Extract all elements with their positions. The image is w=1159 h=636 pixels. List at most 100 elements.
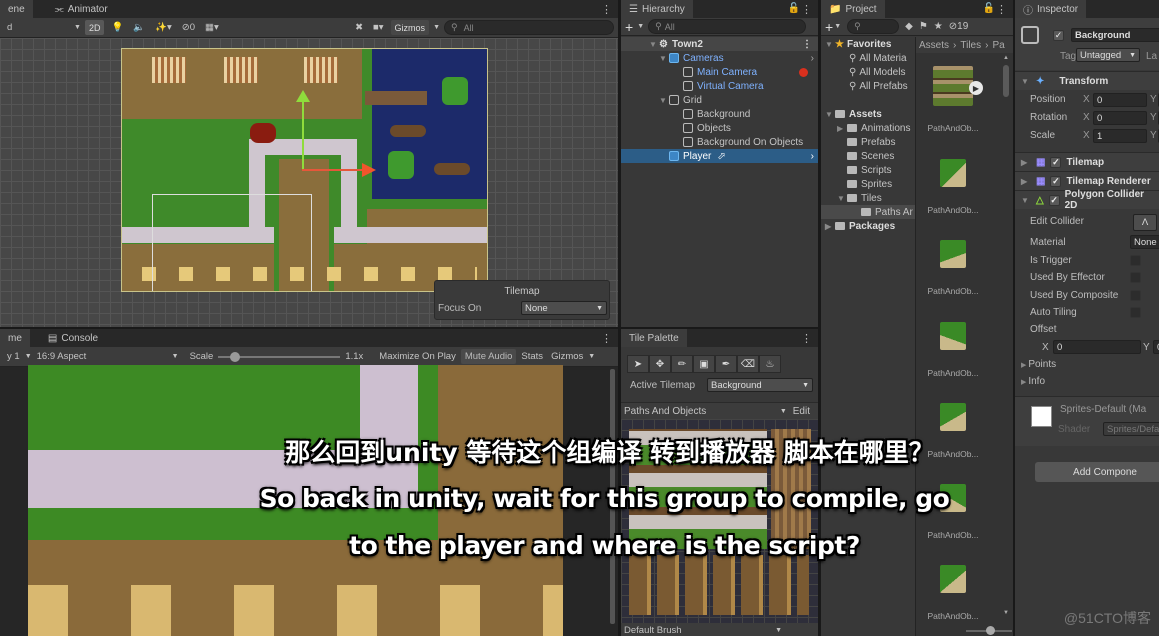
hidden-packages-icon[interactable]: ⊘19 xyxy=(949,21,969,32)
scroll-up-icon[interactable]: ▲ xyxy=(1003,55,1009,61)
lock-icon[interactable]: 🔓 xyxy=(983,3,995,14)
audio-icon[interactable]: 🔈 xyxy=(130,22,148,33)
maximize-on-play-toggle[interactable]: Maximize On Play xyxy=(376,351,459,362)
lock-icon[interactable]: 🔓 xyxy=(788,3,800,14)
position-x-input[interactable]: 0 xyxy=(1093,93,1147,107)
expand-arrow-icon[interactable]: ▼ xyxy=(649,40,659,49)
folder-item[interactable]: Sprites xyxy=(821,177,915,191)
hierarchy-item-grid[interactable]: ▼ Grid xyxy=(621,93,818,107)
expand-arrow-icon[interactable]: ▼ xyxy=(659,96,669,105)
used-by-composite-checkbox[interactable] xyxy=(1130,290,1141,301)
tab-tile-palette[interactable]: Tile Palette xyxy=(621,329,687,347)
folder-item-selected[interactable]: Paths Ar xyxy=(821,205,915,219)
asset-thumbnail[interactable] xyxy=(940,322,966,350)
scroll-down-icon[interactable]: ▼ xyxy=(1003,610,1009,616)
box-fill-icon[interactable]: ▣ xyxy=(693,355,715,373)
dropdown-arrow-icon[interactable]: ▼ xyxy=(775,627,782,634)
edit-button[interactable]: Edit xyxy=(793,406,810,417)
polygon-collider-header[interactable]: ▼ △ ✓ Polygon Collider 2D xyxy=(1015,189,1159,211)
breadcrumb-item[interactable]: Tiles xyxy=(960,40,981,51)
picker-icon[interactable]: ✒ xyxy=(715,355,737,373)
stats-toggle[interactable]: Stats xyxy=(518,351,546,362)
focus-on-dropdown[interactable]: None ▼ xyxy=(521,301,607,315)
component-enabled-checkbox[interactable]: ✓ xyxy=(1050,156,1062,168)
more-menu-icon[interactable]: ⋮ xyxy=(801,332,812,345)
tag-dropdown[interactable]: Untagged ▼ xyxy=(1076,48,1140,62)
offset-x-input[interactable]: 0 xyxy=(1053,340,1141,354)
expand-arrow-icon[interactable]: ▼ xyxy=(1021,196,1031,205)
palette-dropdown[interactable]: Paths And Objects xyxy=(624,406,706,417)
aspect-dropdown[interactable]: 16:9 Aspect xyxy=(34,351,170,362)
expand-arrow-icon[interactable]: ▼ xyxy=(1021,77,1031,86)
hierarchy-item-background-on-objects[interactable]: Background On Objects xyxy=(621,135,818,149)
dropdown-arrow-icon[interactable]: ▼ xyxy=(588,353,595,360)
more-menu-icon[interactable]: ⋮ xyxy=(801,3,812,16)
offset-y-input[interactable]: 0 xyxy=(1153,340,1159,354)
tab-project[interactable]: 📁 Project xyxy=(821,0,885,18)
favorite-item[interactable]: ⚲ All Materia xyxy=(821,51,915,65)
scale-x-input[interactable]: 1 xyxy=(1093,129,1147,143)
folder-item[interactable]: Scripts xyxy=(821,163,915,177)
tools-icon[interactable]: ✖ xyxy=(352,22,366,33)
hierarchy-item-town2[interactable]: ▼ ⚙ Town2 ⋮ xyxy=(621,37,818,51)
tilemap-component-header[interactable]: ▶ ▦ ✓ Tilemap xyxy=(1015,152,1159,171)
scene-viewport[interactable]: Tilemap Focus On None ▼ xyxy=(0,38,618,327)
asset-thumbnail[interactable] xyxy=(940,159,966,187)
hidden-objects-icon[interactable]: ⊘0 xyxy=(179,22,198,33)
slider-thumb[interactable] xyxy=(986,626,995,635)
folder-item[interactable]: ▶ Animations xyxy=(821,121,915,135)
lighting-icon[interactable]: 💡 xyxy=(108,22,126,33)
dropdown-arrow-icon[interactable]: ▼ xyxy=(834,23,841,30)
move-gizmo-x-axis[interactable] xyxy=(302,169,364,171)
eraser-icon[interactable]: ⌫ xyxy=(737,355,759,373)
more-menu-icon[interactable]: ⋮ xyxy=(601,332,612,345)
favorite-item[interactable]: ⚲ All Prefabs xyxy=(821,79,915,93)
asset-thumbnail-spritesheet[interactable] xyxy=(933,66,973,106)
brush-dropdown[interactable]: Default Brush xyxy=(624,625,682,636)
asset-scrollbar[interactable] xyxy=(1003,65,1009,97)
filter-label-icon[interactable]: ⚑ xyxy=(919,21,928,32)
dropdown-arrow-icon[interactable]: ▼ xyxy=(780,408,787,415)
scale-slider-thumb[interactable] xyxy=(229,351,240,362)
folder-item[interactable]: Prefabs xyxy=(821,135,915,149)
packages-header[interactable]: ▶ Packages xyxy=(821,219,915,233)
favorite-item[interactable]: ⚲ All Models xyxy=(821,65,915,79)
breadcrumb-item[interactable]: Pa xyxy=(992,40,1004,51)
favorites-header[interactable]: ▼ ★ Favorites xyxy=(821,37,915,51)
thumbnail-size-slider[interactable] xyxy=(966,626,1012,635)
shading-mode-dropdown[interactable]: d xyxy=(4,22,70,33)
component-enabled-checkbox[interactable]: ✓ xyxy=(1048,194,1060,206)
hierarchy-item-main-camera[interactable]: Main Camera xyxy=(621,65,818,79)
gizmos-toggle[interactable]: Gizmos xyxy=(548,351,586,362)
move-tool-icon[interactable]: ✥ xyxy=(649,355,671,373)
used-by-effector-checkbox[interactable] xyxy=(1130,272,1141,283)
filter-type-icon[interactable]: ◆ xyxy=(905,21,913,32)
gizmos-button[interactable]: Gizmos xyxy=(390,20,430,35)
dropdown-arrow-icon[interactable]: ▼ xyxy=(433,24,440,31)
hierarchy-item-objects[interactable]: Objects xyxy=(621,121,818,135)
expand-arrow-icon[interactable]: ▶ xyxy=(1021,177,1031,186)
play-icon[interactable]: ▶ xyxy=(969,81,983,95)
tab-console[interactable]: ▤ Console xyxy=(39,329,107,347)
hierarchy-item-virtual-camera[interactable]: Virtual Camera xyxy=(621,79,818,93)
transform-header[interactable]: ▼ ✦ Transform xyxy=(1015,71,1159,90)
hierarchy-item-player[interactable]: Player ⬀ › xyxy=(621,149,818,163)
hierarchy-search-input[interactable]: ⚲ All xyxy=(648,19,807,34)
project-search-input[interactable]: ⚲ xyxy=(847,19,900,34)
chevron-right-icon[interactable]: › xyxy=(811,151,814,162)
auto-tiling-checkbox[interactable] xyxy=(1130,307,1141,318)
player-sprite[interactable] xyxy=(250,123,276,143)
asset-thumbnail[interactable] xyxy=(940,240,966,268)
tilemap-renderer-header[interactable]: ▶ ▦ ✓ Tilemap Renderer xyxy=(1015,171,1159,190)
select-tool-icon[interactable]: ➤ xyxy=(627,355,649,373)
info-foldout[interactable]: ▶ Info xyxy=(1021,376,1045,387)
expand-arrow-icon[interactable]: ▼ xyxy=(825,40,835,49)
hierarchy-item-background[interactable]: Background xyxy=(621,107,818,121)
dropdown-arrow-icon[interactable]: ▼ xyxy=(637,23,644,30)
more-menu-icon[interactable]: ⋮ xyxy=(996,3,1007,16)
component-enabled-checkbox[interactable]: ✓ xyxy=(1050,175,1062,187)
tab-scene[interactable]: ene xyxy=(0,0,33,18)
breadcrumb-item[interactable]: Assets xyxy=(919,40,949,51)
create-button[interactable]: + xyxy=(625,19,633,35)
tab-game[interactable]: me xyxy=(0,329,30,347)
